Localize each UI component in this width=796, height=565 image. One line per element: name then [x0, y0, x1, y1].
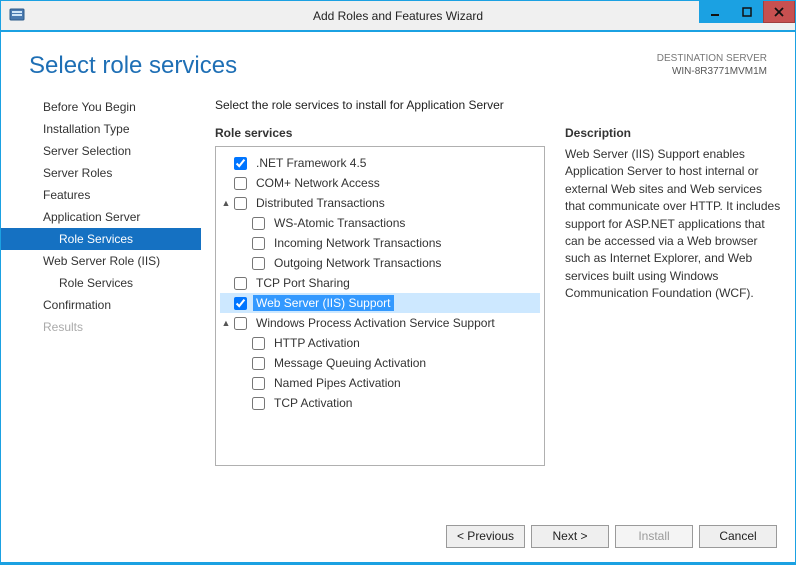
role-checkbox[interactable]: [234, 297, 247, 310]
wizard-nav: Before You BeginInstallation TypeServer …: [1, 90, 201, 510]
nav-item[interactable]: Web Server Role (IIS): [1, 250, 201, 272]
role-checkbox[interactable]: [234, 317, 247, 330]
tree-row[interactable]: TCP Activation: [220, 393, 540, 413]
description-text: Web Server (IIS) Support enables Applica…: [565, 146, 781, 303]
minimize-button[interactable]: [699, 1, 731, 23]
role-checkbox[interactable]: [234, 197, 247, 210]
maximize-button[interactable]: [731, 1, 763, 23]
tree-row[interactable]: Web Server (IIS) Support: [220, 293, 540, 313]
role-label: WS-Atomic Transactions: [271, 215, 408, 231]
nav-item[interactable]: Installation Type: [1, 118, 201, 140]
destination-box: DESTINATION SERVER WIN-8R3771MVM1M: [657, 52, 767, 78]
role-label: Message Queuing Activation: [271, 355, 429, 371]
footer-bar: < Previous Next > Install Cancel: [1, 510, 795, 562]
role-label: Incoming Network Transactions: [271, 235, 444, 251]
nav-item[interactable]: Features: [1, 184, 201, 206]
tree-row[interactable]: ▲ Windows Process Activation Service Supp…: [220, 313, 540, 333]
collapse-icon[interactable]: ▲: [220, 198, 232, 208]
description-title: Description: [565, 126, 781, 140]
previous-button[interactable]: < Previous: [446, 525, 525, 548]
tree-row[interactable]: WS-Atomic Transactions: [220, 213, 540, 233]
role-label: HTTP Activation: [271, 335, 363, 351]
role-checkbox[interactable]: [252, 377, 265, 390]
tree-row[interactable]: Outgoing Network Transactions: [220, 253, 540, 273]
wizard-window: Add Roles and Features Wizard Select rol…: [0, 0, 796, 565]
next-button[interactable]: Next >: [531, 525, 609, 548]
tree-row[interactable]: ▲ Distributed Transactions: [220, 193, 540, 213]
body-area: Before You BeginInstallation TypeServer …: [1, 90, 795, 510]
main-panel: Select the role services to install for …: [201, 90, 781, 510]
window-controls: [699, 1, 795, 23]
close-button[interactable]: [763, 1, 795, 23]
intro-text: Select the role services to install for …: [215, 98, 781, 112]
nav-item[interactable]: Server Selection: [1, 140, 201, 162]
tree-row[interactable]: Message Queuing Activation: [220, 353, 540, 373]
install-button[interactable]: Install: [615, 525, 693, 548]
role-label: .NET Framework 4.5: [253, 155, 369, 171]
role-label: COM+ Network Access: [253, 175, 383, 191]
role-label: Web Server (IIS) Support: [253, 295, 394, 311]
nav-item[interactable]: Role Services: [1, 272, 201, 294]
role-checkbox[interactable]: [252, 237, 265, 250]
role-services-title: Role services: [215, 126, 545, 140]
role-label: TCP Port Sharing: [253, 275, 353, 291]
nav-item[interactable]: Before You Begin: [1, 96, 201, 118]
role-label: Outgoing Network Transactions: [271, 255, 444, 271]
tree-row[interactable]: .NET Framework 4.5: [220, 153, 540, 173]
tree-row[interactable]: TCP Port Sharing: [220, 273, 540, 293]
role-label: Named Pipes Activation: [271, 375, 404, 391]
role-label: Windows Process Activation Service Suppo…: [253, 315, 498, 331]
window-title: Add Roles and Features Wizard: [313, 9, 483, 23]
minimize-icon: [710, 7, 720, 17]
nav-item[interactable]: Confirmation: [1, 294, 201, 316]
close-icon: [774, 7, 784, 17]
role-checkbox[interactable]: [234, 157, 247, 170]
columns: Role services .NET Framework 4.5 COM+ Net…: [215, 126, 781, 510]
tree-row[interactable]: Incoming Network Transactions: [220, 233, 540, 253]
nav-item: Results: [1, 316, 201, 338]
role-checkbox[interactable]: [252, 217, 265, 230]
role-checkbox[interactable]: [234, 177, 247, 190]
role-services-column: Role services .NET Framework 4.5 COM+ Net…: [215, 126, 545, 510]
nav-item[interactable]: Server Roles: [1, 162, 201, 184]
header-area: Select role services DESTINATION SERVER …: [1, 32, 795, 90]
bottom-accent: [1, 562, 795, 564]
role-label: TCP Activation: [271, 395, 355, 411]
role-checkbox[interactable]: [252, 337, 265, 350]
tree-row[interactable]: HTTP Activation: [220, 333, 540, 353]
collapse-icon[interactable]: ▲: [220, 318, 232, 328]
role-label: Distributed Transactions: [253, 195, 388, 211]
destination-value: WIN-8R3771MVM1M: [657, 65, 767, 78]
page-heading: Select role services: [29, 52, 237, 80]
role-checkbox[interactable]: [252, 257, 265, 270]
titlebar: Add Roles and Features Wizard: [1, 1, 795, 31]
maximize-icon: [742, 7, 752, 17]
destination-label: DESTINATION SERVER: [657, 52, 767, 65]
cancel-button[interactable]: Cancel: [699, 525, 777, 548]
role-services-tree[interactable]: .NET Framework 4.5 COM+ Network Access ▲ Di…: [215, 146, 545, 466]
tree-row[interactable]: Named Pipes Activation: [220, 373, 540, 393]
role-checkbox[interactable]: [252, 357, 265, 370]
nav-item[interactable]: Role Services: [1, 228, 201, 250]
description-column: Description Web Server (IIS) Support ena…: [565, 126, 781, 510]
nav-item[interactable]: Application Server: [1, 206, 201, 228]
app-icon: [9, 7, 25, 23]
role-checkbox[interactable]: [252, 397, 265, 410]
tree-row[interactable]: COM+ Network Access: [220, 173, 540, 193]
role-checkbox[interactable]: [234, 277, 247, 290]
